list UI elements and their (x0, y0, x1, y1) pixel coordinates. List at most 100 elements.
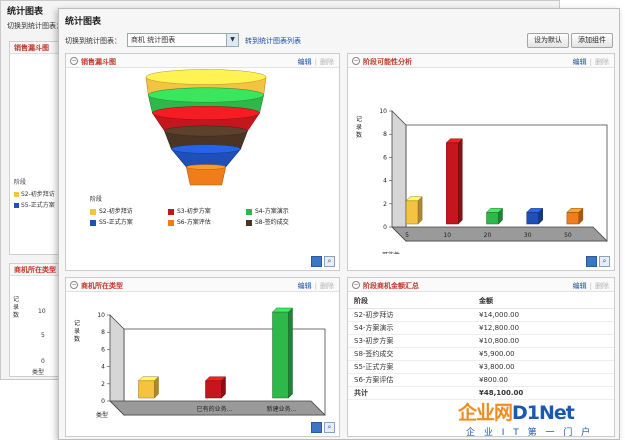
table-row: S2-初步拜访 ¥14,000.00 (348, 308, 614, 322)
background-x-axis-label: 类型 (32, 369, 45, 376)
x-tick-label: 50 (564, 232, 572, 239)
set-default-button[interactable]: 设为默认 (527, 33, 569, 48)
legend-item: S3-初步方案 (168, 206, 246, 215)
funnel-segment-top (171, 144, 241, 154)
watermark-logo-en: D1Net (512, 402, 575, 424)
x-axis-label: 可能性 (382, 251, 400, 254)
column-header-stage: 阶段 (348, 294, 473, 309)
bar-side (288, 307, 293, 399)
panel-actions: 编辑 | 删除 (573, 281, 609, 291)
bar-front (405, 200, 419, 225)
bar-side (221, 376, 226, 399)
table-row: S3-初步方案 ¥10,800.00 (348, 334, 614, 348)
x-tick-label: 30 (524, 232, 532, 239)
amount-cell: ¥14,000.00 (473, 308, 614, 322)
panel-actions: 编辑 | 删除 (298, 281, 334, 291)
y-tick-label: 0 (101, 398, 105, 405)
stage-cell: S4-方案演示 (348, 321, 473, 335)
legend-swatch (246, 208, 252, 215)
table-row: S5-正式方案 ¥3,800.00 (348, 360, 614, 374)
zoom-icon[interactable]: ⌕ (599, 256, 610, 267)
chart-side-wall (109, 314, 125, 416)
chart-view-icon[interactable] (311, 422, 322, 433)
zoom-icon[interactable]: ⌕ (324, 422, 335, 433)
y-tick-label: 4 (101, 364, 105, 371)
funnel-segment-top (186, 164, 226, 170)
type-panel: − 商机所在类型 编辑 | 删除 0 2 4 6 8 10 记录数 已有的业务... 新建业务...… (65, 277, 340, 437)
delete-link[interactable]: 删除 (595, 58, 609, 66)
chart-view-icon[interactable] (586, 256, 597, 267)
bar-front (205, 380, 222, 399)
add-component-button[interactable]: 添加组件 (571, 33, 613, 48)
background-funnel-panel: 销售漏斗图 阶段 S2-初步拜访 S5-正式方案 (9, 41, 59, 255)
background-type-panel: 商机所在类型 记录数 10 5 0 类型 (9, 263, 59, 377)
y-tick-label: 2 (383, 201, 387, 208)
legend-swatch (246, 219, 252, 226)
edit-link[interactable]: 编辑 (298, 58, 312, 66)
y-axis-label: 记录数 (74, 320, 80, 343)
bar (485, 207, 504, 225)
goto-chart-list-link[interactable]: 转到统计图表列表 (245, 36, 301, 46)
table-row: S6-方案评估 ¥800.00 (348, 373, 614, 387)
background-legend-title: 阶段 (14, 179, 27, 186)
delete-link[interactable]: 删除 (595, 282, 609, 290)
legend-item: S8-签约成交 (246, 217, 320, 226)
collapse-circle-icon[interactable]: − (352, 281, 360, 289)
collapse-circle-icon[interactable]: − (70, 57, 78, 65)
funnel-segment-top (148, 87, 264, 103)
chart-toolbar: 切换到统计图表： 商机 统计图表 ▼ 转到统计图表列表 设为默认 添加组件 (65, 33, 613, 49)
legend-item: S4-方案演示 (246, 206, 320, 215)
bar-front (138, 380, 155, 399)
delete-link[interactable]: 删除 (320, 58, 334, 66)
watermark: 企业网D1Net 企 业 I T 第 一 门 户 (458, 398, 623, 440)
amount-cell: ¥12,800.00 (473, 321, 614, 335)
y-tick-label: 8 (101, 329, 105, 336)
legend-swatch (14, 203, 19, 208)
y-tick-label: 6 (383, 154, 387, 161)
table-row: S4-方案演示 ¥12,800.00 (348, 321, 614, 335)
stage-cell: S3-初步方案 (348, 334, 473, 348)
action-separator: | (589, 282, 592, 290)
amount-cell: ¥5,900.00 (473, 347, 614, 361)
legend-item: S2-初步拜访 (90, 206, 168, 215)
panel-header: − 阶段可能性分析 编辑 | 删除 (348, 54, 614, 68)
chart-select-dropdown[interactable]: 商机 统计图表 ▼ (127, 33, 239, 47)
bar (566, 207, 584, 225)
collapse-circle-icon[interactable]: − (70, 281, 78, 289)
x-tick-label: 5 (405, 232, 409, 239)
probability-bar-chart: 0 2 4 6 8 10 记录数 5 10 20 30 50 可能性 (356, 108, 608, 254)
legend-label: S4-方案演示 (255, 208, 289, 215)
delete-link[interactable]: 删除 (320, 282, 334, 290)
chevron-down-icon[interactable]: ▼ (226, 34, 238, 46)
panel-title: 销售漏斗图 (81, 58, 116, 66)
background-window-title: 统计图表 (7, 7, 44, 17)
bar (204, 376, 227, 399)
legend-swatch (168, 208, 174, 215)
chart-side-wall (391, 110, 407, 242)
panel-header: − 商机所在类型 编辑 | 删除 (66, 278, 339, 292)
background-type-title: 商机所在类型 (10, 264, 58, 276)
chart-floor (391, 226, 608, 242)
panel-actions: 编辑 | 删除 (298, 57, 334, 67)
x-tick-label: 20 (484, 232, 492, 239)
zoom-icon[interactable]: ⌕ (324, 256, 335, 267)
bar-side (458, 138, 463, 225)
panel-title: 阶段商机金额汇总 (363, 282, 419, 290)
edit-link[interactable]: 编辑 (298, 282, 312, 290)
panel-title: 商机所在类型 (81, 282, 123, 290)
panel-tools: ⌕ (309, 422, 335, 433)
y-tick-label: 8 (383, 131, 387, 138)
background-switch-label: 切换到统计图表： (7, 22, 63, 30)
collapse-circle-icon[interactable]: − (352, 57, 360, 65)
edit-link[interactable]: 编辑 (573, 58, 587, 66)
background-legend-label: S2-初步拜访 (21, 191, 55, 198)
edit-link[interactable]: 编辑 (573, 282, 587, 290)
panel-header: − 销售漏斗图 编辑 | 删除 (66, 54, 339, 68)
background-y-tick: 0 (41, 358, 45, 365)
y-tick-label: 6 (101, 346, 105, 353)
y-tick-label: 0 (383, 224, 387, 231)
chart-view-icon[interactable] (311, 256, 322, 267)
amount-table: 阶段 金额 S2-初步拜访 ¥14,000.00 S4-方案演示 ¥12,800.0… (348, 294, 614, 400)
amount-cell: ¥800.00 (473, 373, 614, 387)
funnel-legend: 阶段 S2-初步拜访 S3-初步方案 S4-方案演示 S5-正式方案 S6-方案… (90, 194, 320, 226)
